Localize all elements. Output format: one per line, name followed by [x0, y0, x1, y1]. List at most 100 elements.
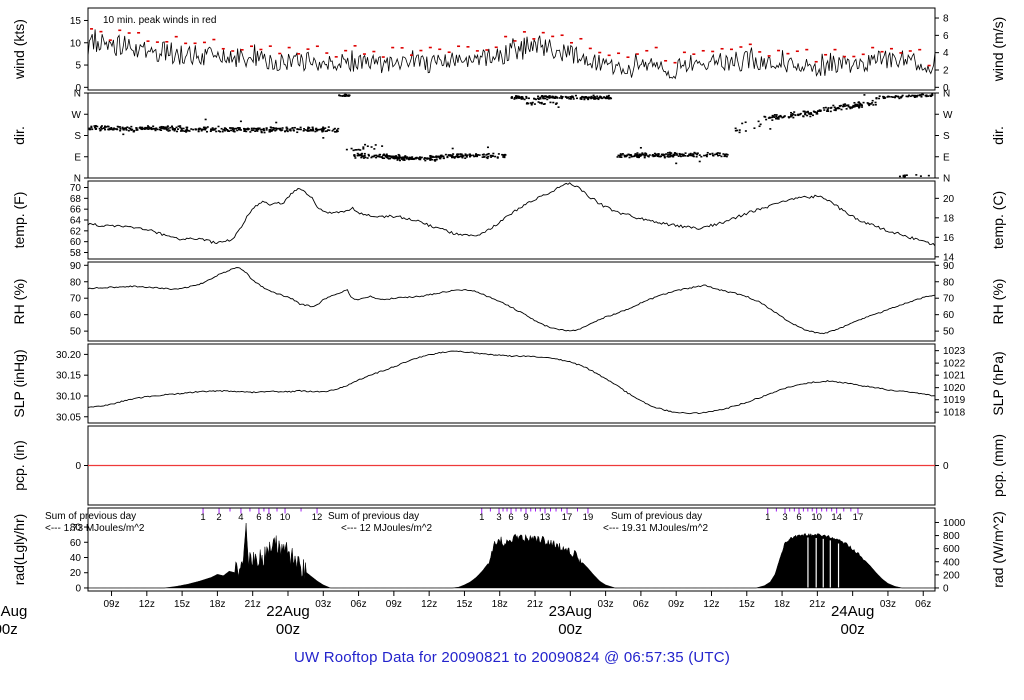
- rad-ytick-right-label: 1000: [943, 518, 966, 529]
- x-tick-label: 03z: [598, 599, 614, 610]
- wind-dir-point: [927, 174, 930, 177]
- wind-dir-point: [858, 104, 861, 107]
- wind-dir-point: [666, 152, 669, 154]
- wind-dir-point: [521, 97, 524, 99]
- peak-wind-marker: [607, 54, 611, 57]
- wind-dir-point: [827, 107, 830, 109]
- wind-dir-point: [116, 128, 119, 130]
- wind-dir-point: [858, 106, 861, 109]
- wind-dir-point: [758, 125, 761, 128]
- wind-dir-point: [234, 127, 237, 130]
- wind-dir-point: [862, 101, 865, 104]
- wind-dir-point: [320, 128, 323, 130]
- wind-dir-point: [689, 152, 692, 155]
- peak-wind-marker: [325, 52, 329, 54]
- wind-dir-point: [280, 129, 283, 132]
- peak-wind-marker: [786, 52, 790, 55]
- wind-dir-point: [150, 126, 153, 129]
- wind-dir-point: [370, 156, 373, 159]
- slp-ytick-left-label: 30.20: [56, 350, 81, 361]
- wind-dir-point: [692, 153, 695, 156]
- wind-dir-point: [194, 128, 197, 131]
- wind-dir-point: [878, 97, 881, 100]
- wind-dir-point: [270, 127, 273, 129]
- wind-dir-point: [567, 96, 570, 99]
- wind-dir-point: [197, 130, 200, 133]
- peak-wind-marker: [522, 31, 526, 33]
- x-date-hour-label: 00z: [0, 621, 18, 638]
- temp-ytick-right-label: 18: [943, 213, 955, 224]
- wind-dir-point: [468, 155, 471, 158]
- wind-dir-point: [366, 145, 369, 148]
- wind-dir-point: [135, 127, 138, 129]
- peak-wind-marker: [344, 49, 348, 52]
- wind-dir-point: [738, 129, 741, 131]
- wind-dir-point: [829, 110, 832, 113]
- wind-dir-point: [744, 121, 747, 124]
- wind-dir-point: [921, 93, 924, 96]
- wind-dir-point: [204, 127, 207, 130]
- wind-dir-point: [256, 130, 259, 132]
- wind-dir-point: [502, 154, 505, 157]
- wind-dir-outlier: [675, 162, 678, 165]
- peak-wind-marker: [438, 48, 442, 51]
- wind-dir-point: [794, 114, 797, 117]
- wind-dir-point: [703, 154, 706, 157]
- wind-dir-point: [375, 154, 378, 157]
- wind-dir-point: [411, 156, 414, 158]
- wind-dir-point: [757, 120, 760, 123]
- wind-dir-point: [450, 156, 453, 159]
- dir-axis-label-right: dir.: [990, 126, 1006, 145]
- wind-dir-point: [869, 103, 872, 105]
- wind-dir-point: [681, 153, 684, 156]
- wind-dir-point: [523, 98, 526, 101]
- wind-dir-point: [255, 128, 258, 131]
- peak-wind-marker: [381, 56, 385, 58]
- wind-dir-point: [855, 105, 858, 107]
- wind-dir-point: [281, 127, 284, 129]
- wind-speed-series: [87, 29, 936, 80]
- wind-dir-point: [311, 126, 314, 129]
- wind-dir-point: [804, 113, 807, 116]
- wind-dir-point: [418, 156, 421, 158]
- wind-dir-point: [542, 97, 545, 100]
- wind-dir-point: [525, 97, 528, 99]
- wind-dir-point: [638, 154, 641, 157]
- wind-dir-point: [483, 155, 486, 158]
- wind-dir-point: [704, 154, 707, 157]
- wind-dir-point: [427, 157, 430, 160]
- wind-dir-point: [518, 97, 521, 99]
- wind-dir-point: [811, 114, 814, 117]
- wind-dir-point: [146, 127, 149, 129]
- wind-dir-point: [915, 174, 918, 176]
- wind-dir-point: [783, 115, 786, 117]
- peak-wind-marker: [814, 60, 818, 63]
- peak-wind-marker: [193, 42, 197, 45]
- temp-axis-label-right: temp. (C): [990, 191, 1006, 249]
- peak-wind-marker: [579, 37, 583, 40]
- wind-dir-outlier: [239, 120, 242, 123]
- wind-dir-point: [684, 154, 687, 157]
- wind-dir-point: [823, 109, 826, 111]
- wind-dir-point: [734, 127, 737, 130]
- wind-dir-point: [491, 154, 494, 157]
- wind-dir-point: [175, 126, 178, 129]
- peak-wind-marker: [146, 40, 150, 42]
- wind-dir-point: [192, 128, 195, 131]
- slp-ytick-right-label: 1019: [943, 395, 966, 406]
- wind-dir-point: [464, 157, 467, 160]
- wind-dir-point: [347, 95, 350, 97]
- wind-dir-point: [99, 126, 102, 129]
- dir-ytick-left-label: N: [74, 89, 81, 100]
- wind-dir-point: [169, 126, 172, 129]
- wind-dir-point: [679, 155, 682, 158]
- wind-ytick-right-label: 8: [943, 14, 949, 25]
- wind-dir-point: [845, 108, 848, 110]
- wind-dir-point: [103, 126, 106, 129]
- wind-dir-point: [306, 130, 309, 132]
- wind-dir-point: [429, 158, 432, 160]
- wind-dir-point: [643, 156, 646, 159]
- wind-dir-point: [901, 94, 904, 97]
- wind-dir-point: [333, 127, 336, 130]
- peak-wind-marker: [278, 52, 282, 55]
